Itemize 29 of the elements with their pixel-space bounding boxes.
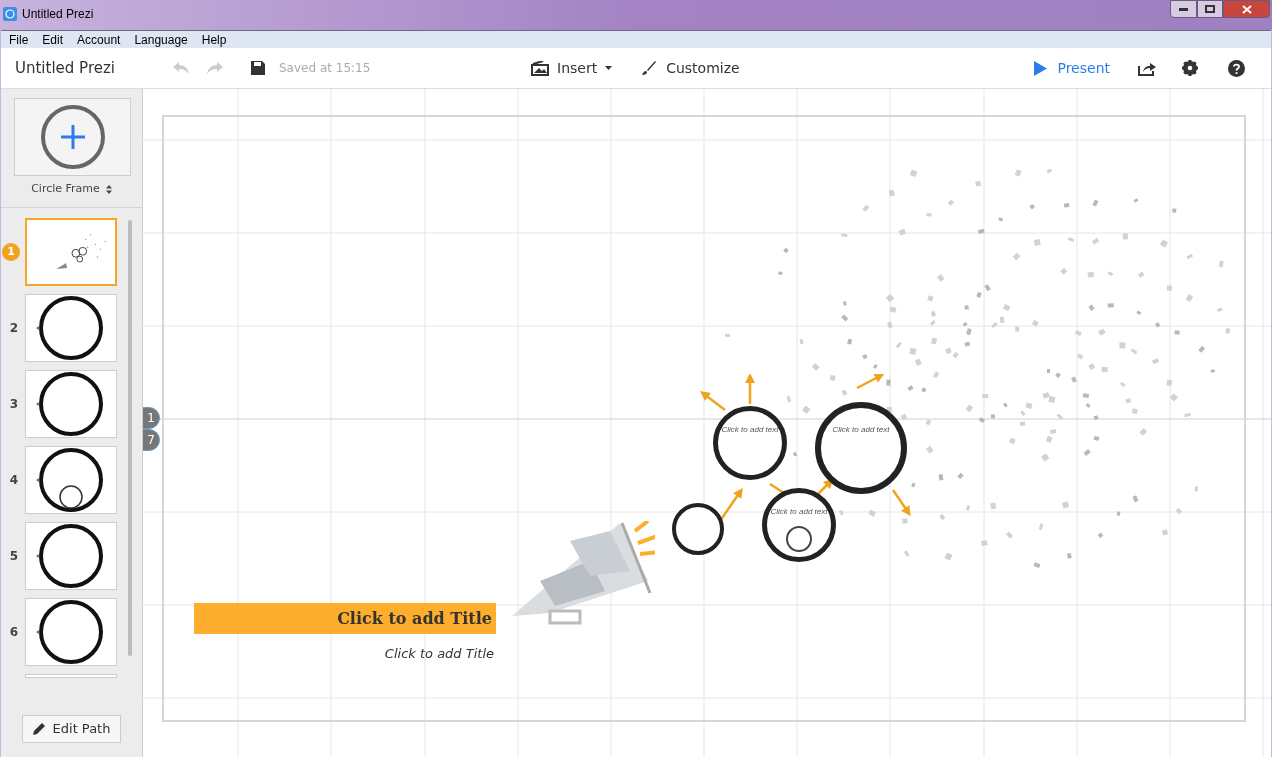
slide-number: 2 [9,320,19,338]
save-status: Saved at 15:15 [279,60,372,77]
document-title: Untitled Prezi [15,57,116,79]
slide-number: 5 [9,548,19,566]
edit-path-button[interactable]: Edit Path [21,715,122,743]
menu-item[interactable]: File [9,30,29,49]
slide-number: 6 [9,624,19,642]
circle-frame[interactable]: Click to add text [762,488,836,562]
frame-text: Click to add text [770,507,828,516]
circle-frame[interactable]: Click to add text [815,402,907,494]
menu-item[interactable]: Account [77,30,121,49]
slide-number: 1 [2,242,20,261]
frame-text: Click to add text [721,425,779,434]
slide-title: Click to add Title [337,607,492,630]
path-marker[interactable]: 7 [143,429,160,451]
slide-number: 4 [9,472,19,490]
slide-subtitle: Click to add Title [384,645,494,663]
frame-text: Click to add text [832,426,890,435]
insert-button[interactable]: Insert [531,57,613,79]
present-button[interactable]: Present [1034,57,1110,79]
circle-frame[interactable]: Click to add text [713,406,787,480]
menu-item[interactable]: Help [201,30,227,49]
path-marker[interactable]: 1 [143,407,160,429]
menu-item[interactable]: Edit [42,30,64,49]
slide-number: 3 [9,396,19,414]
window-title: Untitled Prezi [22,6,94,23]
frame-type-selector[interactable]: Circle Frame [1,181,142,198]
menu-item[interactable]: Language [134,30,188,49]
customize-button[interactable]: Customize [642,57,740,79]
